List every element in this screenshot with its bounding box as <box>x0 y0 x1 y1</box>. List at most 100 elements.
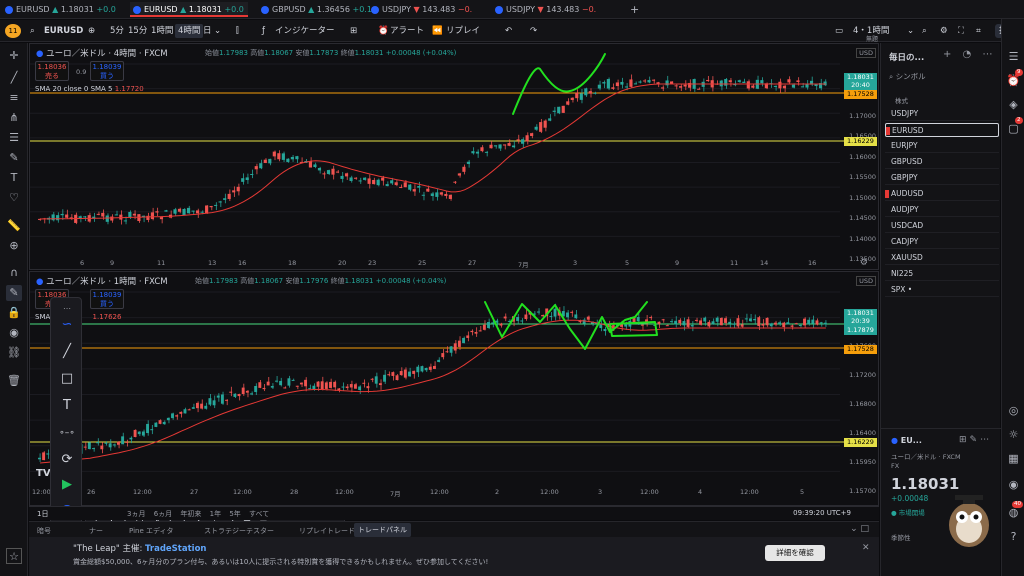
ruler-icon[interactable]: 📏 <box>6 218 22 234</box>
watchlist-item-spx[interactable]: SPX • <box>885 283 999 297</box>
eye-icon[interactable]: ◉ <box>6 325 22 341</box>
interval-15m[interactable]: 15分 <box>128 24 147 38</box>
fib-icon[interactable]: ☰ <box>6 130 22 146</box>
buy-button[interactable]: 1.18039 買う <box>90 61 124 81</box>
watchlist-item-gbpjpy[interactable]: GBPJPY <box>885 171 999 185</box>
play-icon[interactable]: ▶ <box>58 476 76 494</box>
text-tool-icon[interactable]: T <box>58 397 76 415</box>
detail-actions[interactable]: ⊞✎⋯ <box>959 435 992 445</box>
alert-clock-icon[interactable]: ⏰ <box>378 24 389 38</box>
watchlist-item-audjpy[interactable]: AUDJPY <box>885 203 999 217</box>
calendar-icon[interactable]: ▦ <box>1006 451 1021 466</box>
symbol-search[interactable]: ⌕ シンボル <box>889 71 926 82</box>
text-icon[interactable]: T <box>6 170 22 186</box>
notifications-icon[interactable]: ◍ 40 <box>1006 501 1023 520</box>
compare-plus-icon[interactable]: ⊕ <box>88 24 95 38</box>
watchlist-item-ni225[interactable]: NI225 <box>885 267 999 281</box>
camera-icon[interactable]: ⌗ <box>976 24 981 38</box>
chevron-down-icon[interactable]: ⌄ <box>214 24 221 38</box>
watchlist-title[interactable]: 毎日の... <box>889 51 924 63</box>
settings-gear-icon[interactable]: ⚙ <box>860 258 868 268</box>
learn-more-button[interactable]: 詳細を確認 <box>765 545 825 561</box>
undo-icon[interactable]: ↶ <box>505 24 512 38</box>
alert-button[interactable]: アラート <box>390 24 424 38</box>
rectangle-tool-icon[interactable]: □ <box>58 370 76 388</box>
watchlist-item-cadjpy[interactable]: CADJPY <box>885 235 999 249</box>
search-icon[interactable]: ⌕ <box>922 24 927 38</box>
currency-label[interactable]: USD <box>856 276 876 286</box>
fullscreen-icon[interactable]: ⛶ <box>958 24 964 38</box>
tab-strategy-tester[interactable]: ストラテジーテスター <box>204 526 274 536</box>
tab-usdjpy-2[interactable]: USDJPY ▼ 143.483 −0. <box>492 2 606 17</box>
draw-lock-icon[interactable]: ✎ <box>6 285 22 301</box>
section-header[interactable]: 株式 <box>895 95 908 105</box>
range-options[interactable]: 3ヵ月 6ヵ月 年初来 1年 5年 すべて <box>127 509 269 519</box>
line-tool-icon[interactable]: ╱ <box>58 343 76 361</box>
user-avatar[interactable]: 11 <box>5 24 21 38</box>
watchlist-item-gbpusd[interactable]: GBPUSD <box>885 155 999 169</box>
lightbulb-icon[interactable]: ☼ <box>1006 427 1021 442</box>
tab-pine-editor[interactable]: Pine エディタ <box>129 526 174 536</box>
brush-icon[interactable]: ✎ <box>6 150 22 166</box>
buy-button[interactable]: 1.18039 買う <box>90 289 124 309</box>
sell-button[interactable]: 1.18036売る <box>35 61 69 81</box>
tab-eurusd-1[interactable]: EURUSD ▲ 1.18031 +0.0 <box>2 2 122 17</box>
tab-screener[interactable]: ナー <box>89 526 103 536</box>
replay-rewind-icon[interactable]: ⏪ <box>432 24 443 38</box>
watchlist-item-eurjpy[interactable]: EURJPY <box>885 139 999 153</box>
layers-icon[interactable]: ◈ <box>1006 97 1021 112</box>
rotate-tool-icon[interactable]: ⟳ <box>58 451 76 469</box>
layout-icon[interactable]: ▭ <box>835 24 843 38</box>
settings-gear-icon[interactable]: ⚙ <box>940 24 948 38</box>
zoom-icon[interactable]: ⊕ <box>6 238 22 254</box>
indicators-icon[interactable]: ƒ <box>262 24 265 38</box>
watchlist-item-usdcad[interactable]: USDCAD <box>885 219 999 233</box>
chart-pane-4h[interactable]: ● ユーロ／米ドル · 4時間 · FXCM 始値1.17983 高値1.180… <box>29 43 879 270</box>
clock[interactable]: 09:39:20 UTC+9 <box>793 509 851 517</box>
interval-day[interactable]: 日 <box>203 24 212 38</box>
detail-symbol[interactable]: ● EU... <box>891 436 922 445</box>
new-tab-plus-icon[interactable]: + <box>628 2 642 17</box>
path-tool-icon[interactable]: ∘–∘ <box>58 424 76 442</box>
crosshair-icon[interactable]: ✛ <box>6 48 22 64</box>
tab-replay-trade[interactable]: リプレイトレード <box>299 526 355 536</box>
chevron-down-icon[interactable]: ⌄ <box>907 24 914 38</box>
trash-icon[interactable]: 🗑 <box>6 373 22 389</box>
watchlist-actions[interactable]: + ◔ ⋯ <box>943 49 996 60</box>
indicators-button[interactable]: インジケーター <box>275 24 335 38</box>
symbol-search[interactable]: EURUSD <box>44 24 83 38</box>
favorites-star-icon[interactable]: ☆ <box>6 548 22 564</box>
tab-gbpusd[interactable]: GBPUSD ▲ 1.36456 +0.1 <box>258 2 372 17</box>
trend-line-icon[interactable]: ╱ <box>6 70 22 86</box>
currency-label[interactable]: USD <box>856 48 876 58</box>
help-icon[interactable]: ? <box>1006 529 1021 544</box>
horizontal-lines-icon[interactable]: ≡ <box>6 90 22 106</box>
interval-5m[interactable]: 5分 <box>110 24 124 38</box>
range-1d[interactable]: 1日 <box>37 509 48 519</box>
watchlist-item-xauusd[interactable]: XAUUSD <box>885 251 999 265</box>
watchlist-icon[interactable]: ☰ <box>1006 49 1021 64</box>
link-icon[interactable]: ⛓ <box>6 345 22 361</box>
pitchfork-icon[interactable]: ⋔ <box>6 110 22 126</box>
redo-icon[interactable]: ↷ <box>530 24 537 38</box>
candles-icon[interactable]: ⫿ <box>236 24 239 38</box>
interval-1h[interactable]: 1時間 <box>151 24 173 38</box>
watchlist-item-eurusd[interactable]: EURUSD <box>885 123 999 137</box>
interval-4h[interactable]: 4時間 <box>175 24 204 38</box>
lock-icon[interactable]: 🔒 <box>6 305 22 321</box>
chart-pane-1h[interactable]: ● ユーロ／米ドル · 1時間 · FXCM 始値1.17983 高値1.180… <box>29 271 879 506</box>
alerts-clock-icon[interactable]: ⏰ 9 <box>1006 69 1023 88</box>
heart-icon[interactable]: ♡ <box>6 190 22 206</box>
replay-button[interactable]: リプレイ <box>446 24 480 38</box>
broadcast-icon[interactable]: ◉ <box>1006 477 1021 492</box>
target-icon[interactable]: ◎ <box>1006 403 1021 418</box>
curve-tool-icon[interactable]: ∽ <box>58 316 76 334</box>
collapse-chevron-icon[interactable]: ⌄ □ <box>850 524 869 534</box>
magnet-icon[interactable]: ∩ <box>6 265 22 281</box>
watchlist-item-audusd[interactable]: AUDUSD <box>885 187 999 201</box>
tab-usdjpy-1[interactable]: USDJPY ▼ 143.483 −0. <box>368 2 482 17</box>
chat-icon[interactable]: ▢ 2 <box>1006 117 1023 136</box>
tab-eurusd-2[interactable]: EURUSD ▲ 1.18031 +0.0 <box>130 2 248 17</box>
watchlist-item-usdjpy[interactable]: USDJPY <box>885 107 999 121</box>
tab-crypto[interactable]: 暗号 <box>37 526 51 536</box>
